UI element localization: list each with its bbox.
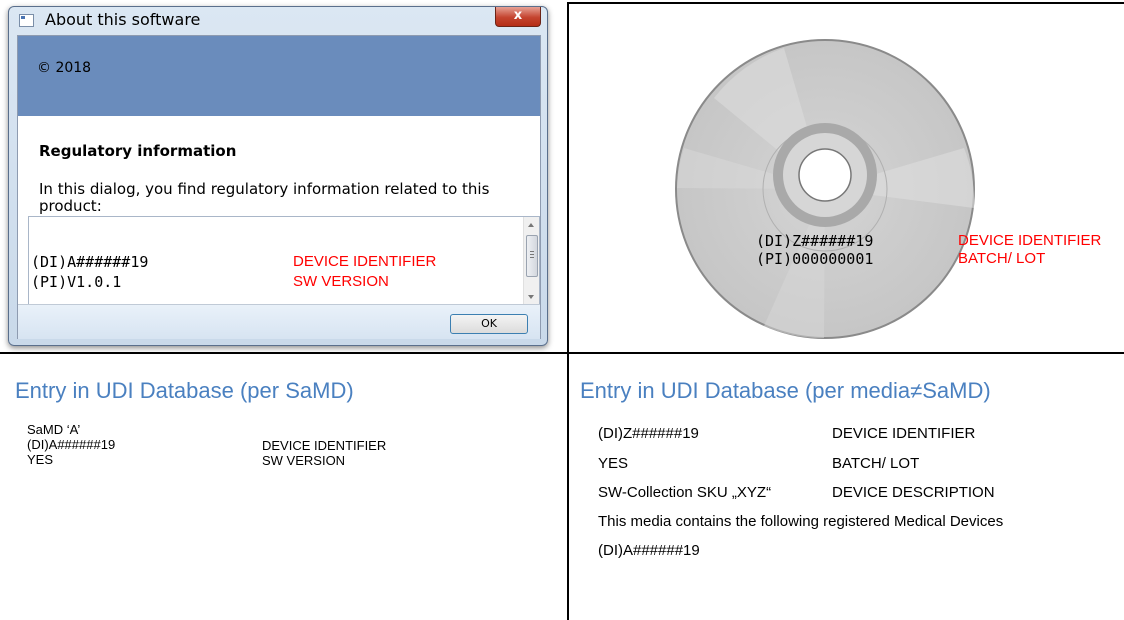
media-code: (DI)Z######19 <box>598 425 699 442</box>
dialog-body: © 2018 Regulatory information In this di… <box>17 35 541 339</box>
horizontal-divider <box>0 352 1124 354</box>
window-icon <box>19 14 34 27</box>
regulatory-heading: Regulatory information <box>39 142 237 160</box>
copyright-text: © 2018 <box>37 60 92 76</box>
close-button[interactable]: x <box>495 7 541 27</box>
listbox-label: DEVICE IDENTIFIER <box>293 253 437 270</box>
media-label: DEVICE IDENTIFIER <box>832 425 976 442</box>
regulatory-listbox[interactable]: (DI)A######19 DEVICE IDENTIFIER (PI)V1.0… <box>28 216 540 306</box>
cd-code: (DI)Z######19 <box>756 232 874 250</box>
samd-name: SaMD ‘A’ <box>27 422 81 437</box>
dialog-titlebar: About this software x <box>9 7 547 33</box>
samd-label: DEVICE IDENTIFIER <box>262 438 387 453</box>
listbox-scrollbar[interactable] <box>523 217 539 305</box>
media-code: SW-Collection SKU „XYZ“ <box>598 484 772 501</box>
cd-disc-icon <box>675 39 975 339</box>
dialog-button-bar: OK <box>18 304 540 339</box>
regulatory-description: In this dialog, you find regulatory info… <box>39 180 490 215</box>
about-dialog: About this software x © 2018 Regulatory … <box>8 6 548 346</box>
samd-label: SW VERSION <box>262 453 346 468</box>
scroll-thumb[interactable] <box>526 235 538 277</box>
media-contained-device: (DI)A######19 <box>598 542 700 559</box>
cd-code: (PI)000000001 <box>756 250 874 268</box>
vertical-divider <box>567 2 569 620</box>
cd-label: DEVICE IDENTIFIER <box>958 232 1102 249</box>
media-note: This media contains the following regist… <box>598 513 1004 530</box>
samd-code: (DI)A######19 <box>27 437 116 452</box>
dialog-header-band: © 2018 <box>18 36 540 116</box>
listbox-label: SW VERSION <box>293 273 389 290</box>
top-border-line <box>568 2 1124 4</box>
media-entry-title: Entry in UDI Database (per media≠SaMD) <box>580 378 991 403</box>
media-label: BATCH/ LOT <box>832 455 920 472</box>
cd-disc: (DI)Z######19 (PI)000000001 <box>674 38 976 340</box>
ok-button[interactable]: OK <box>450 314 528 334</box>
media-code: YES <box>598 455 629 472</box>
scroll-down-icon[interactable] <box>528 295 534 299</box>
samd-entry-title: Entry in UDI Database (per SaMD) <box>15 378 354 403</box>
listbox-code: (DI)A######19 <box>31 253 149 271</box>
listbox-code: (PI)V1.0.1 <box>31 273 122 291</box>
cd-label: BATCH/ LOT <box>958 250 1046 267</box>
media-label: DEVICE DESCRIPTION <box>832 484 995 501</box>
scroll-up-icon[interactable] <box>528 223 534 227</box>
dialog-title: About this software <box>45 10 201 29</box>
samd-code: YES <box>27 452 54 467</box>
